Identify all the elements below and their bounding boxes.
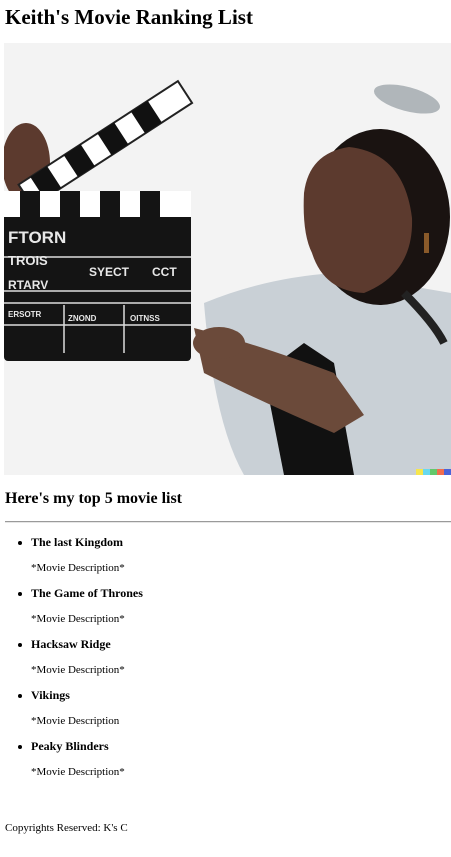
section-heading: Here's my top 5 movie list <box>5 490 183 507</box>
svg-text:SYECT: SYECT <box>89 265 130 279</box>
svg-text:RTARV: RTARV <box>8 278 48 292</box>
movie-title: Peaky Blinders <box>31 739 109 753</box>
movie-title: The last Kingdom <box>31 535 124 549</box>
list-item: The last Kingdom *Movie Description* <box>0 534 451 585</box>
movie-description: *Movie Description* <box>31 613 125 625</box>
movie-description: *Movie Description* <box>31 664 125 676</box>
svg-text:OITNSS: OITNSS <box>130 314 160 323</box>
movie-list: The last Kingdom *Movie Description* The… <box>0 534 451 789</box>
svg-text:ERSOTR: ERSOTR <box>8 310 42 319</box>
hero-image: FTORN TROIS SYECT CCT RTARV ERSOTR ZNOND… <box>4 43 451 475</box>
divider <box>5 521 451 523</box>
bullet-icon <box>18 541 22 545</box>
bullet-icon <box>18 592 22 596</box>
svg-text:FTORN: FTORN <box>8 228 66 247</box>
movie-title: The Game of Thrones <box>31 586 143 600</box>
svg-text:TROIS: TROIS <box>8 253 48 268</box>
movie-title: Vikings <box>31 688 70 702</box>
clapperboard-image: FTORN TROIS SYECT CCT RTARV ERSOTR ZNOND… <box>4 43 451 475</box>
movie-title: Hacksaw Ridge <box>31 637 111 651</box>
bullet-icon <box>18 694 22 698</box>
bullet-icon <box>18 643 22 647</box>
movie-description: *Movie Description* <box>31 562 125 574</box>
list-item: Peaky Blinders *Movie Description* <box>0 738 451 789</box>
list-item: Hacksaw Ridge *Movie Description* <box>0 636 451 687</box>
svg-text:ZNOND: ZNOND <box>68 314 97 323</box>
movie-description: *Movie Description* <box>31 766 125 778</box>
page-title: Keith's Movie Ranking List <box>5 5 253 29</box>
svg-text:CCT: CCT <box>152 265 177 279</box>
bullet-icon <box>18 745 22 749</box>
footer-copyright: Copyrights Reserved: K's C <box>5 822 128 834</box>
movie-description: *Movie Description <box>31 715 120 727</box>
list-item: The Game of Thrones *Movie Description* <box>0 585 451 636</box>
list-item: Vikings *Movie Description <box>0 687 451 738</box>
